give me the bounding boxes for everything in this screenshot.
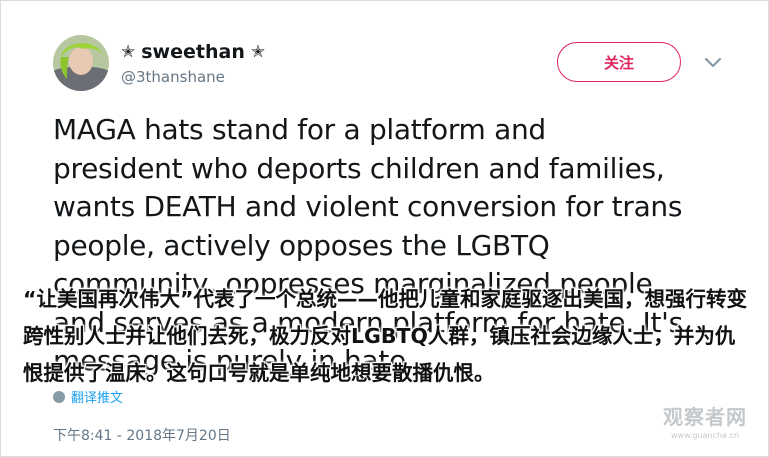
display-name-row[interactable]: ✭ sweethan ✭ <box>121 41 265 63</box>
watermark-name: 观察者网 <box>663 405 747 429</box>
avatar[interactable] <box>53 35 109 91</box>
chinese-translation-caption: “让美国再次伟大”代表了一个总统——他把儿童和家庭驱逐出美国，想强行转变跨性别人… <box>23 287 747 385</box>
tweet-card: ✭ sweethan ✭ @3thanshane 关注 MAGA hats st… <box>0 0 769 457</box>
tweet-timestamp[interactable]: 下午8:41 - 2018年7月20日 <box>53 425 231 445</box>
chevron-down-icon[interactable] <box>703 55 723 71</box>
display-name[interactable]: sweethan <box>141 41 245 63</box>
follow-button[interactable]: 关注 <box>557 42 681 82</box>
user-handle[interactable]: @3thanshane <box>121 68 225 86</box>
globe-icon <box>53 390 65 403</box>
watermark-url: www.guancha.cn <box>671 431 739 440</box>
star-decoration-left: ✭ <box>121 41 136 62</box>
star-decoration-right: ✭ <box>250 41 266 62</box>
watermark: 观察者网 www.guancha.cn <box>655 401 755 440</box>
